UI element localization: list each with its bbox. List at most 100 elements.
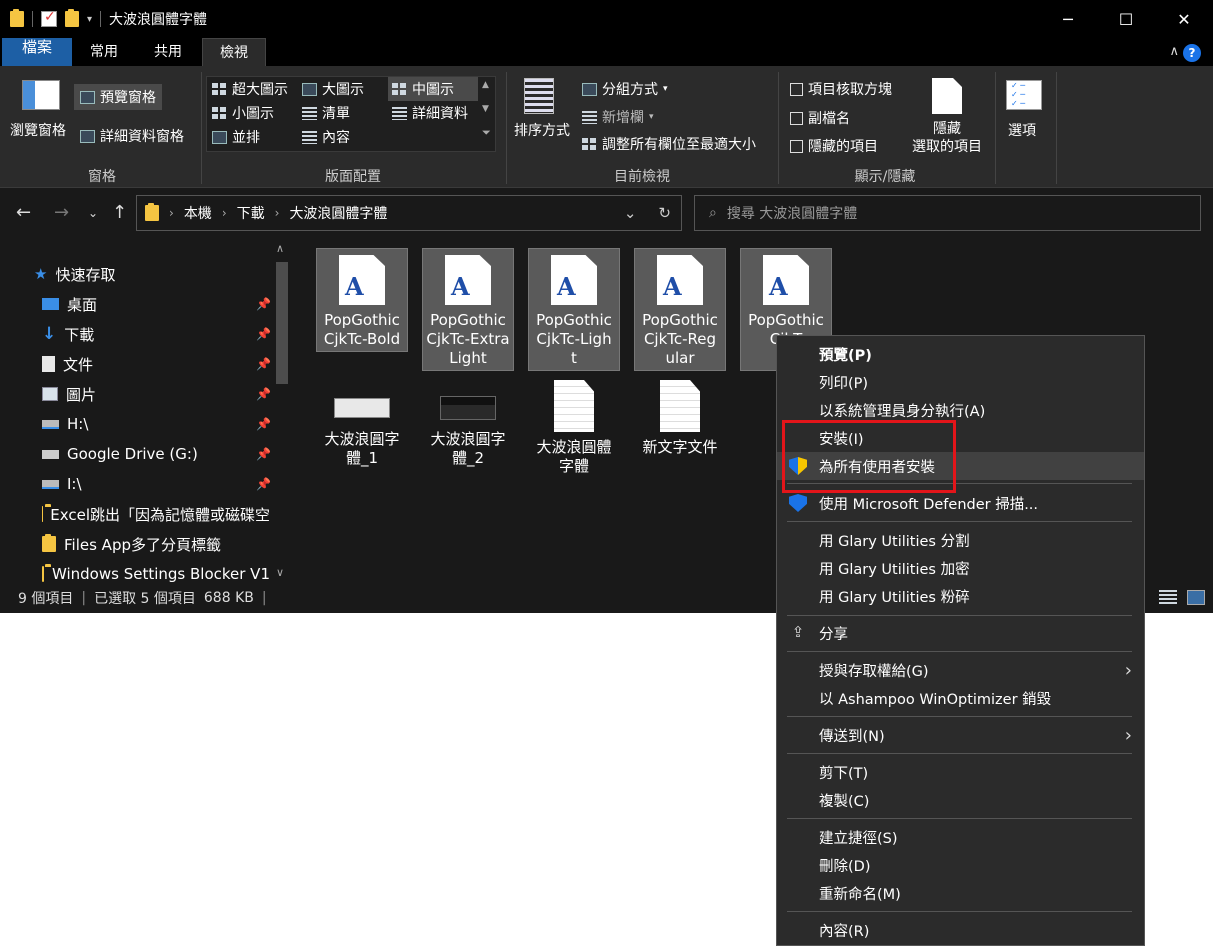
hide-selected-button[interactable]: 隱藏 選取的項目: [904, 120, 990, 156]
menu-item-share[interactable]: ⇪ 分享: [777, 619, 1144, 647]
tab-home[interactable]: 常用: [74, 38, 134, 66]
gallery-scroll-up-icon[interactable]: ▲: [482, 80, 489, 90]
sort-by-button[interactable]: 排序方式: [514, 120, 570, 140]
gallery-expand-icon[interactable]: ⏷: [482, 126, 491, 140]
menu-item-print[interactable]: 列印(P): [777, 368, 1144, 396]
menu-item-rename[interactable]: 重新命名(M): [777, 879, 1144, 907]
nav-item-h-drive[interactable]: H:\: [42, 409, 88, 439]
address-bar[interactable]: › 本機 › 下載 › 大波浪圓體字體 ⌄ ↻: [136, 195, 682, 231]
collapse-ribbon-icon[interactable]: ∧: [1169, 44, 1179, 59]
file-item-font[interactable]: A PopGothic CjkTc-Reg ular: [634, 248, 726, 371]
layout-medium-icons[interactable]: 中圖示: [388, 77, 478, 101]
new-folder-icon[interactable]: [65, 9, 79, 27]
checkbox[interactable]: [790, 82, 803, 96]
tab-view[interactable]: 檢視: [202, 38, 266, 66]
nav-pane-scrollbar[interactable]: ∧ ∨: [272, 240, 292, 583]
pin-icon[interactable]: 📌: [256, 297, 271, 311]
menu-item-defender-scan[interactable]: 使用 Microsoft Defender 掃描...: [777, 489, 1144, 517]
layout-content[interactable]: 內容: [302, 127, 350, 147]
back-arrow-icon[interactable]: ←: [16, 202, 31, 223]
menu-item-give-access[interactable]: 授與存取權給(G) ›: [777, 656, 1144, 684]
hidden-items-toggle[interactable]: 隱藏的項目: [790, 136, 878, 156]
menu-item-create-shortcut[interactable]: 建立捷徑(S): [777, 823, 1144, 851]
size-all-columns-button[interactable]: 調整所有欄位至最適大小: [582, 134, 756, 154]
layout-extra-large-icons[interactable]: 超大圖示: [212, 79, 288, 99]
file-item-image[interactable]: 大波浪圓字 體_1: [316, 380, 408, 468]
refresh-icon[interactable]: ↻: [658, 204, 671, 222]
navigation-pane-button[interactable]: 瀏覽窗格: [10, 120, 66, 140]
breadcrumb-current-folder[interactable]: 大波浪圓體字體: [289, 203, 387, 223]
large-icons-view-icon[interactable]: [1187, 590, 1205, 605]
nav-item-google-drive[interactable]: Google Drive (G:): [42, 439, 198, 469]
nav-item-documents[interactable]: 文件: [42, 349, 93, 379]
file-item-image[interactable]: 大波浪圓字 體_2: [422, 380, 514, 468]
checkbox[interactable]: [790, 139, 803, 153]
checkbox[interactable]: [790, 111, 803, 125]
pin-icon[interactable]: 📌: [256, 357, 271, 371]
layout-details[interactable]: 詳細資料: [392, 103, 468, 123]
nav-item-folder-files-app[interactable]: Files App多了分頁標籤: [42, 529, 221, 559]
menu-item-cut[interactable]: 剪下(T): [777, 758, 1144, 786]
breadcrumb-downloads[interactable]: 下載: [237, 203, 265, 223]
recent-locations-icon[interactable]: ⌄: [88, 206, 98, 220]
nav-item-quick-access[interactable]: ★ 快速存取: [34, 259, 115, 289]
preview-pane-button[interactable]: 預覽窗格: [74, 84, 162, 110]
layout-large-icons[interactable]: 大圖示: [302, 79, 364, 99]
nav-item-desktop[interactable]: 桌面: [42, 289, 97, 319]
file-item-font[interactable]: A PopGothic CjkTc-Ligh t: [528, 248, 620, 371]
nav-item-i-drive[interactable]: I:\: [42, 469, 82, 499]
menu-item-send-to[interactable]: 傳送到(N) ›: [777, 721, 1144, 749]
nav-item-label: Files App多了分頁標籤: [64, 535, 221, 554]
scroll-down-icon[interactable]: ∨: [276, 566, 284, 579]
file-item-text[interactable]: 新文字文件: [634, 380, 726, 457]
address-history-chevron-icon[interactable]: ⌄: [624, 204, 637, 222]
layout-small-icons[interactable]: 小圖示: [212, 103, 274, 123]
menu-item-glary-encrypt[interactable]: 用 Glary Utilities 加密: [777, 554, 1144, 582]
menu-item-ashampoo-destroy[interactable]: 以 Ashampoo WinOptimizer 銷毀: [777, 684, 1144, 712]
file-extensions-toggle[interactable]: 副檔名: [790, 108, 850, 128]
add-columns-button[interactable]: 新增欄 ▾: [582, 107, 654, 127]
menu-item-delete[interactable]: 刪除(D): [777, 851, 1144, 879]
pin-icon[interactable]: 📌: [256, 327, 271, 341]
options-button[interactable]: 選項: [1008, 120, 1036, 140]
close-button[interactable]: ✕: [1155, 0, 1213, 38]
file-item-text[interactable]: 大波浪圓體 字體: [528, 380, 620, 476]
customize-toolbar-icon[interactable]: ▾: [87, 14, 92, 25]
menu-item-properties[interactable]: 內容(R): [777, 916, 1144, 944]
pin-icon[interactable]: 📌: [256, 447, 271, 461]
nav-item-folder-excel[interactable]: Excel跳出「因為記憶體或磁碟空: [42, 499, 270, 529]
gallery-scroll-down-icon[interactable]: ▼: [482, 104, 489, 114]
up-arrow-icon[interactable]: ↑: [112, 202, 127, 223]
pin-icon[interactable]: 📌: [256, 417, 271, 431]
details-pane-button[interactable]: 詳細資料窗格: [80, 126, 184, 146]
layout-list[interactable]: 清單: [302, 103, 350, 123]
search-input[interactable]: ⌕ 搜尋 大波浪圓體字體: [694, 195, 1201, 231]
breadcrumb-this-pc[interactable]: 本機: [184, 203, 212, 223]
menu-item-preview[interactable]: 預覽(P): [777, 340, 1144, 368]
pin-icon[interactable]: 📌: [256, 387, 271, 401]
nav-item-pictures[interactable]: 圖片: [42, 379, 96, 409]
file-item-font[interactable]: A PopGothic CjkTc-Extra Light: [422, 248, 514, 371]
pin-icon[interactable]: 📌: [256, 477, 271, 491]
menu-item-glary-shred[interactable]: 用 Glary Utilities 粉碎: [777, 582, 1144, 610]
minimize-button[interactable]: ─: [1039, 0, 1097, 38]
details-view-icon[interactable]: [1159, 590, 1177, 605]
help-icon[interactable]: ?: [1183, 44, 1201, 62]
menu-item-copy[interactable]: 複製(C): [777, 786, 1144, 814]
tab-file[interactable]: 檔案: [2, 38, 72, 66]
layout-tiles[interactable]: 並排: [212, 127, 260, 147]
scroll-up-icon[interactable]: ∧: [276, 242, 284, 255]
group-by-button[interactable]: 分組方式 ▾: [582, 79, 668, 99]
tab-share[interactable]: 共用: [138, 38, 198, 66]
properties-icon[interactable]: [41, 9, 57, 27]
nav-item-downloads[interactable]: ↓ 下載: [42, 319, 94, 349]
scroll-thumb[interactable]: [276, 262, 288, 384]
maximize-button[interactable]: ☐: [1097, 0, 1155, 38]
forward-arrow-icon[interactable]: →: [54, 202, 69, 223]
item-checkboxes-toggle[interactable]: 項目核取方塊: [790, 79, 892, 99]
breadcrumb-separator-icon[interactable]: ›: [275, 206, 280, 220]
menu-item-glary-split[interactable]: 用 Glary Utilities 分割: [777, 526, 1144, 554]
breadcrumb-separator-icon[interactable]: ›: [169, 206, 174, 220]
file-item-font[interactable]: A PopGothic CjkTc-Bold: [316, 248, 408, 352]
breadcrumb-separator-icon[interactable]: ›: [222, 206, 227, 220]
